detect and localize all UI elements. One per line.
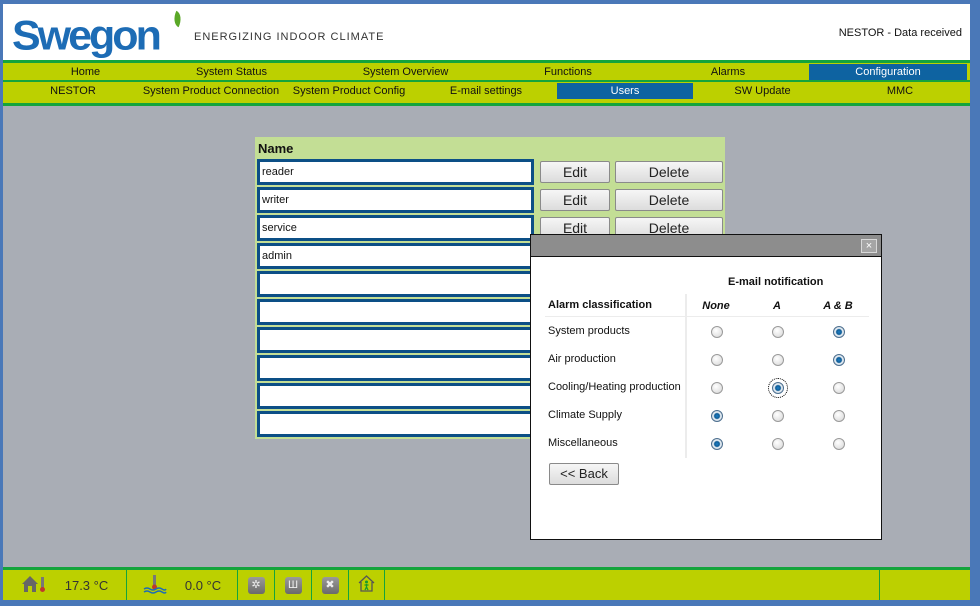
radio-none[interactable] xyxy=(711,438,723,450)
alarm-class-row: Climate Supply xyxy=(531,406,881,426)
status-bar: 17.3 °C 0.0 °C ✲ Ш ✖ xyxy=(3,567,970,600)
house-thermometer-icon xyxy=(21,575,47,596)
alarm-class-row: Cooling/Heating production xyxy=(531,378,881,398)
alarm-class-row: Air production xyxy=(531,350,881,370)
radio-a-b[interactable] xyxy=(833,354,845,366)
sub-nav: NESTOR System Product Connection System … xyxy=(3,82,970,106)
alarm-class-label: Climate Supply xyxy=(548,409,622,421)
main-nav: Home System Status System Overview Funct… xyxy=(3,60,970,83)
alarm-class-row: System products xyxy=(531,322,881,342)
radio-none[interactable] xyxy=(711,382,723,394)
water-thermometer-icon xyxy=(143,574,167,597)
username-field[interactable] xyxy=(257,355,534,381)
nav-home[interactable]: Home xyxy=(8,64,163,80)
radio-a[interactable] xyxy=(772,354,784,366)
alarm-class-label: System products xyxy=(548,325,630,337)
radio-a-b[interactable] xyxy=(833,438,845,450)
dialog-titlebar[interactable]: × xyxy=(531,235,881,257)
occupancy-cell[interactable] xyxy=(349,570,385,600)
subnav-system-product-connection[interactable]: System Product Connection xyxy=(141,83,281,99)
water-temperature: 0.0 °C xyxy=(184,577,222,593)
subnav-email-settings[interactable]: E-mail settings xyxy=(421,83,551,99)
cooling-icon[interactable]: ✲ xyxy=(247,576,265,594)
header: Swegon ENERGIZING INDOOR CLIMATE NESTOR … xyxy=(3,4,970,60)
username-field[interactable] xyxy=(257,327,534,353)
indoor-temperature: 17.3 °C xyxy=(64,577,109,593)
alarm-class-label: Air production xyxy=(548,353,616,365)
username-field[interactable]: admin xyxy=(257,243,534,269)
edit-button[interactable]: Edit xyxy=(540,161,610,183)
tagline: ENERGIZING INDOOR CLIMATE xyxy=(194,31,385,43)
name-column-header: Name xyxy=(258,141,294,156)
header-divider xyxy=(545,316,869,317)
heating-icon[interactable]: Ш xyxy=(284,576,302,594)
logo-leaf-icon xyxy=(170,10,185,28)
subnav-system-product-config[interactable]: System Product Config xyxy=(284,83,414,99)
cooling-cell[interactable]: ✲ xyxy=(238,570,275,600)
swegon-logo: Swegon xyxy=(12,12,162,60)
radio-a-b[interactable] xyxy=(833,410,845,422)
radio-a[interactable] xyxy=(772,410,784,422)
username-field[interactable] xyxy=(257,383,534,409)
username-field[interactable] xyxy=(257,411,534,437)
column-a: A xyxy=(773,300,781,312)
radio-a-b[interactable] xyxy=(833,382,845,394)
edit-button[interactable]: Edit xyxy=(540,189,610,211)
nav-alarms[interactable]: Alarms xyxy=(648,64,808,80)
alarm-class-label: Miscellaneous xyxy=(548,437,618,449)
radio-a[interactable] xyxy=(768,378,788,398)
nav-system-status[interactable]: System Status xyxy=(153,64,310,80)
alarm-class-row: Miscellaneous xyxy=(531,434,881,454)
radio-a[interactable] xyxy=(772,438,784,450)
water-temp-cell: 0.0 °C xyxy=(127,570,238,600)
radio-a-b[interactable] xyxy=(833,326,845,338)
username-field[interactable] xyxy=(257,271,534,297)
nav-functions[interactable]: Functions xyxy=(488,64,648,80)
subnav-users[interactable]: Users xyxy=(557,83,693,99)
username-field[interactable]: reader xyxy=(257,159,534,185)
radio-none[interactable] xyxy=(711,410,723,422)
nav-configuration[interactable]: Configuration xyxy=(809,64,967,80)
delete-button[interactable]: Delete xyxy=(615,161,723,183)
username-field[interactable]: service xyxy=(257,215,534,241)
email-notification-dialog: × E-mail notification Alarm classificati… xyxy=(530,234,882,540)
username-field[interactable] xyxy=(257,299,534,325)
user-row: reader Edit Delete xyxy=(257,159,723,185)
column-none: None xyxy=(702,300,730,312)
off-icon[interactable]: ✖ xyxy=(321,576,339,594)
back-button[interactable]: << Back xyxy=(549,463,619,485)
column-a-and-b: A & B xyxy=(823,300,853,312)
indoor-temp-cell: 17.3 °C xyxy=(3,570,127,600)
connection-status: NESTOR - Data received xyxy=(838,27,962,39)
off-cell[interactable]: ✖ xyxy=(312,570,349,600)
app-window: Swegon ENERGIZING INDOOR CLIMATE NESTOR … xyxy=(3,4,970,600)
username-field[interactable]: writer xyxy=(257,187,534,213)
subnav-nestor[interactable]: NESTOR xyxy=(8,83,138,99)
user-row: writer Edit Delete xyxy=(257,187,723,213)
radio-a[interactable] xyxy=(772,326,784,338)
radio-none[interactable] xyxy=(711,354,723,366)
footer-spacer xyxy=(385,570,880,600)
occupancy-icon[interactable] xyxy=(358,575,375,595)
subnav-sw-update[interactable]: SW Update xyxy=(695,83,830,99)
subnav-mmc[interactable]: MMC xyxy=(833,83,967,99)
delete-button[interactable]: Delete xyxy=(615,189,723,211)
radio-none[interactable] xyxy=(711,326,723,338)
heating-cell[interactable]: Ш xyxy=(275,570,312,600)
alarm-class-label: Cooling/Heating production xyxy=(548,381,681,393)
email-notification-heading: E-mail notification xyxy=(728,276,824,288)
nav-system-overview[interactable]: System Overview xyxy=(323,64,488,80)
alarm-classification-heading: Alarm classification xyxy=(548,299,652,311)
close-icon[interactable]: × xyxy=(861,239,877,253)
